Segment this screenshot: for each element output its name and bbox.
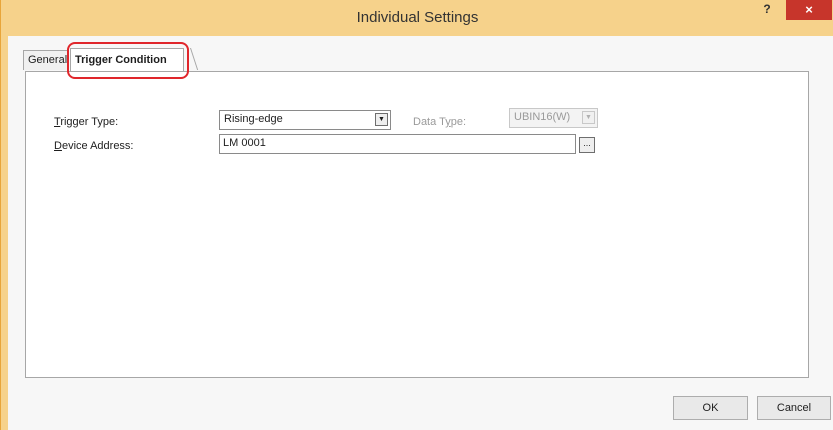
- window-border: [1, 36, 8, 430]
- ok-button[interactable]: OK: [673, 396, 748, 420]
- tab-trigger-condition[interactable]: Trigger Condition: [70, 48, 184, 71]
- help-button[interactable]: ?: [752, 2, 782, 20]
- title-bar: Individual Settings ? ×: [1, 0, 833, 36]
- chevron-down-icon[interactable]: ▼: [582, 111, 595, 124]
- device-address-input[interactable]: LM 0001: [219, 134, 576, 154]
- tab-general[interactable]: General: [23, 50, 69, 70]
- dialog-window: Individual Settings ? × General Trigger …: [0, 0, 833, 430]
- data-type-dropdown[interactable]: UBIN16(W) ▼: [509, 108, 598, 128]
- trigger-type-dropdown[interactable]: Rising-edge ▼: [219, 110, 391, 130]
- close-button[interactable]: ×: [786, 0, 832, 20]
- browse-button[interactable]: ...: [579, 137, 595, 153]
- dialog-title: Individual Settings: [356, 9, 479, 26]
- data-type-label: Data Type:: [413, 116, 467, 128]
- chevron-down-icon[interactable]: ▼: [375, 113, 388, 126]
- data-type-value: UBIN16(W): [514, 111, 571, 123]
- trigger-type-label: Trigger Type:: [54, 116, 119, 128]
- trigger-type-value: Rising-edge: [224, 113, 283, 125]
- device-address-label: Device Address:: [54, 140, 134, 152]
- cancel-button[interactable]: Cancel: [757, 396, 831, 420]
